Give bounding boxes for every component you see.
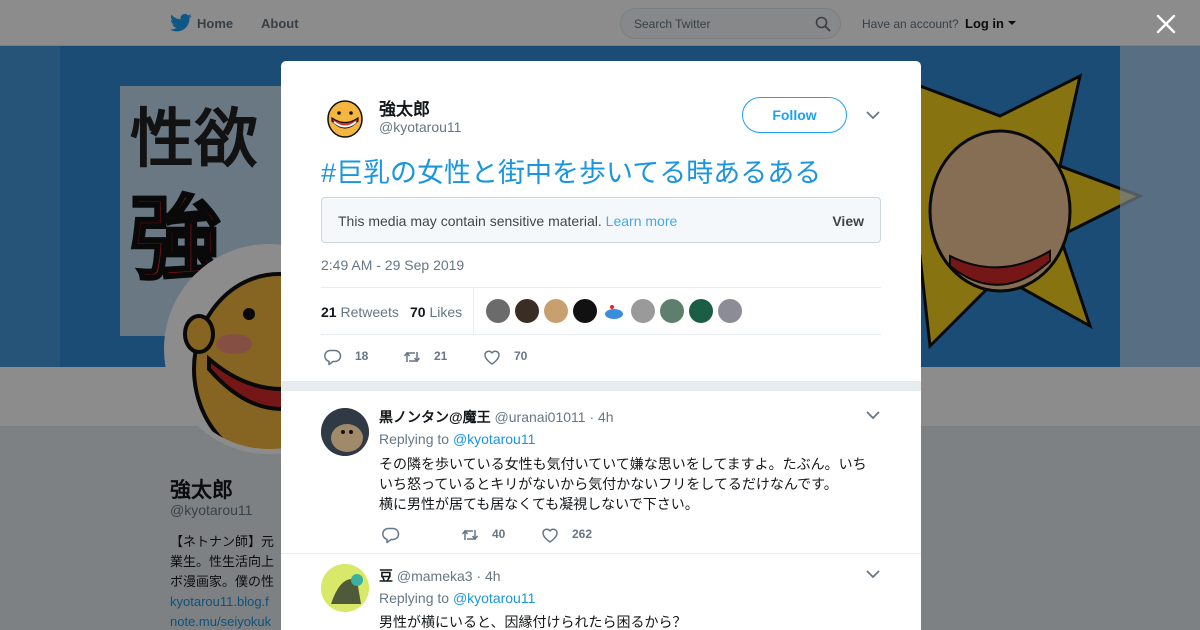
tweet-stats: 21 Retweets 70 Likes: [321, 287, 881, 335]
replying-prefix: Replying to: [379, 431, 450, 447]
retweets-label: Retweets: [340, 304, 399, 320]
chevron-down-icon[interactable]: [866, 410, 880, 420]
sensitive-text: This media may contain sensitive materia…: [338, 213, 602, 229]
likes-label: Likes: [429, 304, 463, 320]
learn-more-link[interactable]: Learn more: [606, 213, 678, 229]
retweet-count: 21: [434, 349, 448, 363]
reply-icon: [382, 527, 400, 544]
liker-avatar-artwork: [605, 305, 623, 319]
reply-author-handle[interactable]: @mameka3: [397, 568, 473, 584]
likes-stat[interactable]: 70 Likes: [410, 304, 462, 320]
reply-avatar[interactable]: [321, 564, 369, 612]
liker-avatar[interactable]: [515, 299, 539, 323]
reply-icon: [324, 349, 342, 366]
sensitive-notice-text: This media may contain sensitive materia…: [338, 213, 677, 229]
like-count: 70: [514, 349, 528, 363]
replying-to: Replying to @kyotarou11: [379, 431, 535, 447]
author-handle[interactable]: @kyotarou11: [379, 119, 461, 135]
author-avatar[interactable]: [321, 93, 369, 141]
tweet-text[interactable]: #巨乳の女性と街中を歩いてる時あるある: [321, 151, 821, 190]
author-name[interactable]: 強太郎: [379, 95, 430, 120]
retweet-count: 40: [492, 527, 506, 541]
tweet-actions: 18 21 70: [321, 347, 881, 369]
retweet-icon: [461, 529, 479, 541]
author-avatar-artwork: [321, 93, 369, 141]
reply-avatar-artwork: [321, 408, 369, 456]
close-icon[interactable]: [1156, 14, 1176, 34]
reply-time[interactable]: · 4h: [476, 568, 500, 584]
reply-tweet[interactable]: 黒ノンタン@魔王 @uranai01011 · 4h Replying to @…: [281, 391, 921, 553]
reply-author-handle[interactable]: @uranai01011: [495, 409, 586, 425]
chevron-down-icon[interactable]: [866, 110, 880, 120]
reply-body-line: 男性が横にいると、因縁付けられたら困るから？: [379, 614, 687, 630]
tweet-timestamp[interactable]: 2:49 AM - 29 Sep 2019: [321, 257, 464, 273]
reply-body-line: いち怒っているとキリがないから気付かないフリをしてるだけなんです。: [379, 476, 838, 492]
reply-body-line: その隣を歩いている女性も気付いていて嫌な思いをしてますよ。たぶん。いち: [379, 456, 867, 472]
liker-avatar[interactable]: [660, 299, 684, 323]
liker-avatar[interactable]: [689, 299, 713, 323]
tweet-modal: 強太郎 @kyotarou11 Follow #巨乳の女性と街中を歩いてる時ある…: [281, 61, 921, 630]
reply-header: 豆 @mameka3 · 4h: [379, 566, 501, 586]
stats-divider: [473, 288, 474, 334]
follow-button[interactable]: Follow: [742, 97, 847, 133]
reply-body: その隣を歩いている女性も気付いていて嫌な思いをしてますよ。たぶん。いち いち怒っ…: [379, 454, 879, 514]
replying-to-link[interactable]: @kyotarou11: [453, 590, 535, 606]
reply-author-name[interactable]: 豆: [379, 568, 393, 584]
like-count: 262: [572, 527, 593, 541]
liker-avatar[interactable]: [544, 299, 568, 323]
reply-header: 黒ノンタン@魔王 @uranai01011 · 4h: [379, 407, 614, 427]
reply-avatar-artwork: [321, 564, 369, 612]
liker-avatar[interactable]: [573, 299, 597, 323]
reply-time[interactable]: · 4h: [589, 409, 613, 425]
replying-to-link[interactable]: @kyotarou11: [453, 431, 535, 447]
retweets-count: 21: [321, 304, 337, 320]
liker-avatar[interactable]: [631, 299, 655, 323]
section-divider: [281, 381, 921, 391]
view-media-button[interactable]: View: [832, 213, 864, 229]
likes-count: 70: [410, 304, 426, 320]
reply-author-name[interactable]: 黒ノンタン@魔王: [379, 409, 491, 425]
reply-avatar[interactable]: [321, 408, 369, 456]
liker-avatar[interactable]: [486, 299, 510, 323]
replying-to: Replying to @kyotarou11: [379, 590, 535, 606]
reply-body: 男性が横にいると、因縁付けられたら困るから？: [379, 612, 879, 630]
retweet-icon: [403, 351, 421, 363]
replying-prefix: Replying to: [379, 590, 450, 606]
reply-actions: 40 262: [379, 525, 779, 545]
chevron-down-icon[interactable]: [866, 569, 880, 579]
liker-avatar[interactable]: [602, 299, 626, 323]
reply-count: 18: [355, 349, 369, 363]
like-icon: [484, 350, 500, 365]
like-icon: [542, 528, 558, 543]
sensitive-media-notice: This media may contain sensitive materia…: [321, 197, 881, 243]
liker-avatar[interactable]: [718, 299, 742, 323]
reply-body-line: 横に男性が居ても居なくても凝視しないで下さい。: [379, 496, 699, 512]
retweets-stat[interactable]: 21 Retweets: [321, 304, 399, 320]
reply-tweet[interactable]: 豆 @mameka3 · 4h Replying to @kyotarou11 …: [281, 554, 921, 630]
